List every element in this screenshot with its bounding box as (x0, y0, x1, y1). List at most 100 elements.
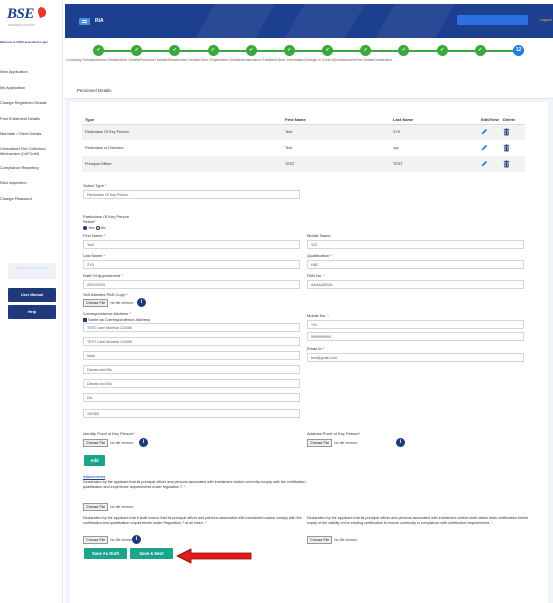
sidebar-item-new-application[interactable]: New Application (0, 64, 63, 80)
radio-yes[interactable] (83, 225, 87, 230)
declaration-1-file-input[interactable]: Choose File No file chosen (83, 503, 133, 511)
portal-guidance-box[interactable]: RIA - Portal Guidance Video (8, 263, 56, 279)
step-label[interactable]: Address Details (93, 58, 118, 62)
step-label[interactable]: Shareholder Details (168, 58, 200, 62)
sidebar-item-my-application[interactable]: My Application (0, 80, 63, 96)
identity-proof-file-input[interactable]: Choose File No file chosen (83, 439, 133, 447)
step-circle[interactable]: ✓ (474, 45, 486, 56)
pan-copy-file-input[interactable]: Choose File No file chosen (83, 299, 133, 307)
step-circle[interactable]: ✓ (93, 45, 104, 56)
step-label[interactable]: Other Details (119, 58, 140, 62)
logout-link[interactable]: Logout (540, 18, 552, 22)
email-input[interactable]: test@gmail.com (307, 353, 524, 362)
check-icon: ✓ (96, 47, 101, 53)
save-as-draft-button[interactable]: Save As Draft (84, 548, 127, 559)
step-label[interactable]: Personnel Details (140, 58, 168, 62)
choose-file-button[interactable]: Choose File (83, 439, 109, 447)
address-line1-input[interactable]: TEST Lane Mumbai 123456 (83, 323, 300, 332)
radio-no[interactable] (95, 225, 100, 230)
logo-subtext: EXPERIENCE THE NEW (8, 24, 36, 27)
choose-file-button[interactable]: Choose File (83, 503, 109, 511)
info-icon[interactable]: i (396, 438, 405, 447)
first-name-input[interactable]: Test (83, 240, 300, 249)
step-circle[interactable]: ✓ (322, 45, 334, 56)
delete-trash-icon[interactable] (503, 159, 510, 168)
declaration-1-body: Declaration by the applicant that its pr… (83, 480, 307, 489)
address-line2-input[interactable]: TEST Lane Mumbai 123456 (83, 337, 300, 346)
step-label[interactable]: Change in Control (305, 58, 334, 62)
country-select[interactable]: India (83, 351, 300, 360)
middle-name-input[interactable]: 123 (307, 240, 524, 249)
step-label[interactable]: Other Registration Details (199, 58, 240, 62)
edit-cell (478, 124, 500, 140)
edit-pencil-icon[interactable] (481, 160, 488, 167)
sidebar-item-raa-inspection[interactable]: RAA Inspection (0, 175, 63, 191)
step-circle[interactable]: ✓ (207, 45, 219, 56)
bse-logo[interactable]: BSE EXPERIENCE THE NEW (7, 5, 48, 30)
cell-last-name: TEST (390, 156, 478, 172)
address-proof-label: Address Proof of Key Person* (307, 431, 361, 436)
sidebar-item-change-registered-details[interactable]: Change Registered Details (0, 95, 63, 111)
delete-trash-icon[interactable] (503, 128, 510, 136)
check-icon: ✓ (134, 47, 139, 53)
info-icon[interactable]: i (137, 298, 146, 307)
step-label[interactable]: Questionnaire (334, 58, 356, 62)
step-label[interactable]: Infrastructure Facilities (240, 58, 276, 62)
same-as-checkbox[interactable] (83, 317, 87, 322)
mobile-label: Mobile No. * (307, 313, 329, 318)
add-button[interactable]: Add (84, 455, 105, 466)
choose-file-button[interactable]: Choose File (83, 299, 109, 307)
edit-pencil-icon[interactable] (481, 144, 488, 151)
step-circle[interactable]: ✓ (283, 45, 295, 56)
city-select[interactable]: Diu (83, 393, 300, 402)
qualification-input[interactable]: HBC (307, 260, 524, 269)
choose-file-button[interactable]: Choose File (83, 536, 109, 544)
step-circle[interactable]: 12 (513, 45, 524, 56)
step-circle[interactable]: ✓ (436, 45, 448, 56)
step-label[interactable]: Company Details (66, 58, 93, 62)
step-label[interactable]: Other Information (277, 58, 305, 62)
last-name-label-text: Last Name (83, 253, 103, 258)
district-select[interactable]: Daman and Diu (83, 379, 300, 388)
select-type-dropdown[interactable]: Particulars Of Key Person (83, 190, 300, 199)
choose-file-button[interactable]: Choose File (307, 536, 333, 544)
state-select[interactable]: Daman and Diu (83, 365, 300, 374)
check-icon: ✓ (363, 47, 368, 53)
no-file-text: No file chosen (110, 538, 133, 542)
sidebar-item-compliance-reporting[interactable]: Compliance Reporting (0, 160, 63, 176)
step-label[interactable]: Fee Details (356, 58, 374, 62)
user-manual-button[interactable]: User Manual (8, 288, 56, 302)
sidebar-item-post-enlistment-details[interactable]: Post Enlistment Details (0, 111, 63, 127)
edit-cell (478, 140, 500, 156)
step-circle[interactable]: ✓ (398, 45, 410, 56)
step-circle[interactable]: ✓ (245, 45, 257, 56)
column-header-first-name: First Name (282, 115, 390, 125)
mobile-number-input[interactable]: 9999999999 (307, 332, 524, 341)
save-and-next-button[interactable]: Save & Next (130, 548, 173, 559)
address-proof-file-input[interactable]: Choose File No file chosen (307, 439, 357, 447)
column-header-edit-view: Edit/View (478, 115, 500, 125)
step-label[interactable]: Declaration (374, 58, 392, 62)
pan-input[interactable]: AAAAA0004L (307, 280, 524, 289)
choose-file-button[interactable]: Choose File (307, 439, 333, 447)
declaration-3-file-input[interactable]: Choose File No file chosen (307, 536, 357, 544)
sidebar-item-change-password[interactable]: Change Password (0, 191, 63, 207)
doa-input[interactable]: 20/01/2025 (83, 280, 300, 289)
delete-trash-icon[interactable] (503, 143, 510, 152)
pincode-input[interactable]: 152365 (83, 409, 300, 418)
help-button[interactable]: Help (8, 305, 56, 319)
menu-toggle-icon[interactable] (79, 18, 90, 25)
declaration-2-file-input[interactable]: Choose File No file chosen (83, 536, 133, 544)
step-circle[interactable]: ✓ (360, 45, 372, 56)
info-icon[interactable]: i (139, 438, 148, 447)
step-circle[interactable]: ✓ (131, 45, 143, 56)
step-circle[interactable]: ✓ (169, 45, 181, 56)
mobile-code-input[interactable]: +91 (307, 320, 524, 329)
info-icon[interactable]: i (132, 535, 141, 544)
table-row: Particulars Of Key Person Test ZYX (82, 124, 525, 140)
column-header-last-name: Last Name (390, 115, 478, 125)
edit-pencil-icon[interactable] (481, 128, 488, 135)
last-name-input[interactable]: ZYX (83, 260, 300, 269)
sidebar-item-cefcom[interactable]: Centralised Fee Collection Mechanism (Ce… (0, 142, 63, 160)
sidebar-item-mandate-client-details[interactable]: Mandate / Client Details (0, 126, 63, 142)
